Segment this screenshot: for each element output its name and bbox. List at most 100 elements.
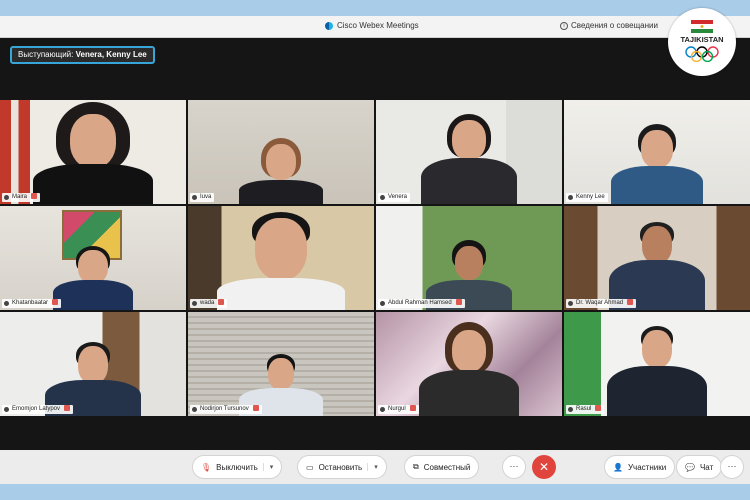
- muted-icon: [595, 405, 602, 411]
- active-speaker-banner: Выступающий: Venera, Kenny Lee: [10, 46, 155, 64]
- video-tile-venera[interactable]: Venera: [376, 100, 562, 204]
- chat-bubble-icon: 💬: [685, 462, 695, 472]
- chat-button[interactable]: 💬 Чат: [676, 455, 723, 479]
- video-tile-iuva[interactable]: Iuva: [188, 100, 374, 204]
- meeting-info-button[interactable]: i Сведения о совещании: [560, 21, 658, 30]
- participant-face: [452, 330, 486, 372]
- meeting-controls: 🎙 Выключить ▾ ▭ Остановить ▾ ⧉ Совместны…: [0, 450, 750, 484]
- muted-icon: [627, 299, 634, 305]
- participant-label: Dr. Waqar Ahmad: [566, 299, 637, 308]
- participant-body: [611, 166, 703, 204]
- video-tile-maira[interactable]: Maira: [0, 100, 186, 204]
- participant-name: Rasul: [576, 406, 592, 412]
- meeting-info-label: Сведения о совещании: [571, 21, 658, 30]
- participant-body: [53, 280, 133, 310]
- participant-name: Maira: [12, 194, 28, 200]
- participant-face: [452, 120, 486, 160]
- muted-icon: [64, 405, 71, 411]
- share-button[interactable]: ⧉ Совместный: [404, 455, 480, 479]
- participant-label: Nodirjon Tursunov: [190, 405, 262, 414]
- muted-icon: [252, 405, 259, 411]
- chevron-down-icon[interactable]: ▾: [367, 463, 378, 471]
- mic-icon: [568, 407, 573, 412]
- video-tile-khatanbaatar[interactable]: Khatanbaatar: [0, 206, 186, 310]
- participant-face: [642, 330, 672, 368]
- window-title-text: Cisco Webex Meetings: [337, 21, 419, 30]
- more-icon: ···: [727, 461, 737, 471]
- participant-face: [642, 226, 672, 264]
- video-tile-waqar-ahmad[interactable]: Dr. Waqar Ahmad: [564, 206, 750, 310]
- participant-label: Abdul Rahman Hamsed: [378, 299, 465, 308]
- video-tile-kenny-lee[interactable]: Kenny Lee: [564, 100, 750, 204]
- participant-name: Venera: [388, 194, 408, 200]
- webex-window: Cisco Webex Meetings i Сведения о совеща…: [0, 16, 750, 484]
- microphone-icon: 🎙: [201, 462, 212, 472]
- participant-label: Venera: [378, 193, 411, 202]
- participant-label: Nurgul: [378, 405, 419, 414]
- participant-face: [268, 358, 294, 390]
- participant-body: [419, 370, 519, 416]
- video-tile-nodirjon[interactable]: Nodirjon Tursunov: [188, 312, 374, 416]
- video-tile-nurgul[interactable]: Nurgul: [376, 312, 562, 416]
- person-icon: 👤: [613, 462, 623, 472]
- stop-video-label: Остановить: [318, 462, 363, 472]
- frame-bottom: [0, 484, 750, 500]
- participant-name: Iuva: [200, 194, 212, 200]
- mic-icon: [192, 301, 197, 306]
- share-label: Совместный: [423, 462, 471, 472]
- mic-icon: [192, 407, 197, 412]
- participant-name: Emomjon Latypov: [12, 406, 61, 412]
- mic-icon: [568, 195, 573, 200]
- mic-icon: [380, 195, 385, 200]
- stop-video-button[interactable]: ▭ Остановить ▾: [297, 455, 387, 479]
- participant-body: [239, 180, 323, 204]
- close-icon: ✕: [538, 460, 550, 474]
- participant-name: Dr. Waqar Ahmad: [576, 300, 624, 306]
- info-icon: i: [560, 21, 568, 30]
- speaker-prefix: Выступающий:: [18, 50, 74, 59]
- flag-icon: [691, 20, 713, 33]
- more-icon: ···: [509, 461, 519, 471]
- participant-label: Iuva: [190, 193, 215, 202]
- video-stage: Выступающий: Venera, Kenny Lee Maira Iuv…: [0, 38, 750, 450]
- video-tile-rasul[interactable]: Rasul: [564, 312, 750, 416]
- participants-button[interactable]: 👤 Участники: [604, 455, 676, 479]
- participant-name: Kenny Lee: [576, 194, 605, 200]
- participant-face: [641, 130, 673, 168]
- webex-logo-icon: [325, 21, 333, 30]
- window-title: Cisco Webex Meetings: [325, 21, 419, 30]
- video-tile-wada[interactable]: wada: [188, 206, 374, 310]
- participant-body: [33, 164, 153, 204]
- mute-button[interactable]: 🎙 Выключить ▾: [192, 455, 283, 479]
- end-meeting-button[interactable]: ✕: [532, 455, 556, 479]
- more-right-button[interactable]: ···: [720, 455, 744, 479]
- participant-body: [421, 158, 517, 204]
- muted-icon: [218, 299, 225, 305]
- participant-label: Khatanbaatar: [2, 299, 62, 308]
- camera-icon: ▭: [306, 462, 314, 472]
- muted-icon: [409, 405, 416, 411]
- participants-label: Участники: [627, 462, 667, 472]
- mic-icon: [4, 301, 9, 306]
- muted-icon: [31, 193, 38, 199]
- chat-label: Чат: [699, 462, 714, 472]
- participant-face: [455, 246, 483, 280]
- participant-body: [607, 366, 707, 416]
- video-grid: Maira Iuva Venera Kenny Lee Khatanbaatar…: [0, 100, 750, 416]
- olympic-rings-icon: [685, 46, 719, 62]
- speaker-names: Venera, Kenny Lee: [75, 50, 147, 59]
- title-bar: Cisco Webex Meetings i Сведения о совеща…: [0, 16, 750, 38]
- muted-icon: [455, 299, 462, 305]
- mic-icon: [4, 195, 9, 200]
- video-tile-emomjon[interactable]: Emomjon Latypov: [0, 312, 186, 416]
- participant-label: wada: [190, 299, 228, 308]
- more-options-button[interactable]: ···: [502, 455, 526, 479]
- participant-name: Nodirjon Tursunov: [200, 406, 249, 412]
- participant-face: [70, 114, 116, 168]
- chevron-down-icon[interactable]: ▾: [262, 463, 273, 471]
- mic-icon: [380, 301, 385, 306]
- participant-face: [255, 218, 307, 280]
- video-tile-abdul-rahman[interactable]: Abdul Rahman Hamsed: [376, 206, 562, 310]
- share-icon: ⧉: [413, 462, 419, 471]
- muted-icon: [52, 299, 59, 305]
